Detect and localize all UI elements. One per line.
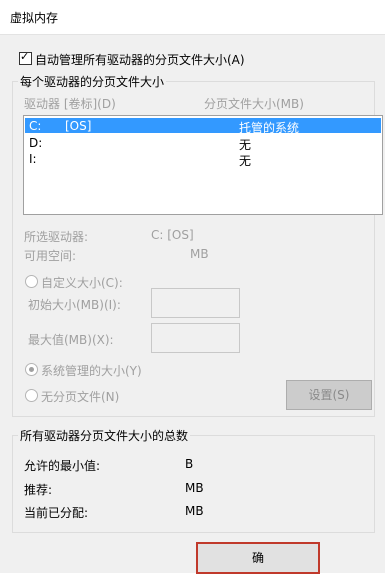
system-managed-radio[interactable] <box>25 363 38 376</box>
drive-letter: D: <box>29 136 43 150</box>
max-size-input[interactable] <box>151 323 240 353</box>
auto-manage-checkbox[interactable] <box>19 50 32 65</box>
drive-row-i[interactable]: I: 无 <box>25 151 381 168</box>
selected-drive-value: C: [OS] <box>151 228 194 242</box>
drive-row-d[interactable]: D: 无 <box>25 135 381 152</box>
available-space-label: 可用空间: <box>24 249 77 263</box>
drives-listbox[interactable]: C: [OS] 托管的系统 D: 无 I: 无 <box>23 115 383 215</box>
currently-allocated-label: 当前已分配: <box>24 506 89 520</box>
column-drive-header: 驱动器 [卷标](D) <box>24 97 116 111</box>
title-bar: 虚拟内存 <box>0 0 385 35</box>
drive-volume-label: [OS] <box>65 119 92 133</box>
ok-button[interactable]: 确 <box>196 542 320 574</box>
dialog-content: 自动管理所有驱动器的分页文件大小(A) 每个驱动器的分页文件大小 驱动器 [卷标… <box>0 35 385 574</box>
window-title: 虚拟内存 <box>10 11 59 25</box>
system-managed-label[interactable]: 系统管理的大小(Y) <box>41 362 142 379</box>
available-space-value: MB <box>190 247 209 261</box>
totals-group-title: 所有驱动器分页文件大小的总数 <box>18 427 191 444</box>
column-size-header: 分页文件大小(MB) <box>204 97 304 111</box>
custom-size-radio[interactable] <box>25 275 38 288</box>
initial-size-label: 初始大小(MB)(I): <box>28 298 121 312</box>
recommended-value: MB <box>185 481 204 495</box>
min-allowed-value: B <box>185 457 194 471</box>
max-size-label: 最大值(MB)(X): <box>28 333 114 347</box>
custom-size-label[interactable]: 自定义大小(C): <box>41 274 123 291</box>
no-paging-file-radio[interactable] <box>25 389 38 402</box>
no-paging-file-label[interactable]: 无分页文件(N) <box>41 388 119 405</box>
initial-size-input[interactable] <box>151 288 240 318</box>
selected-drive-label: 所选驱动器: <box>24 230 89 244</box>
drive-letter: C: <box>29 119 42 133</box>
auto-manage-label[interactable]: 自动管理所有驱动器的分页文件大小(A) <box>35 51 245 68</box>
drives-group-title: 每个驱动器的分页文件大小 <box>18 73 167 90</box>
drive-paging-size: 无 <box>239 154 252 168</box>
currently-allocated-value: MB <box>185 504 204 518</box>
drive-letter: I: <box>29 152 37 166</box>
min-allowed-label: 允许的最小值: <box>24 459 101 473</box>
drive-paging-size: 托管的系统 <box>239 121 300 135</box>
set-button[interactable]: 设置(S) <box>286 380 372 410</box>
recommended-label: 推荐: <box>24 483 53 497</box>
drive-row-c[interactable]: C: [OS] 托管的系统 <box>25 118 381 135</box>
